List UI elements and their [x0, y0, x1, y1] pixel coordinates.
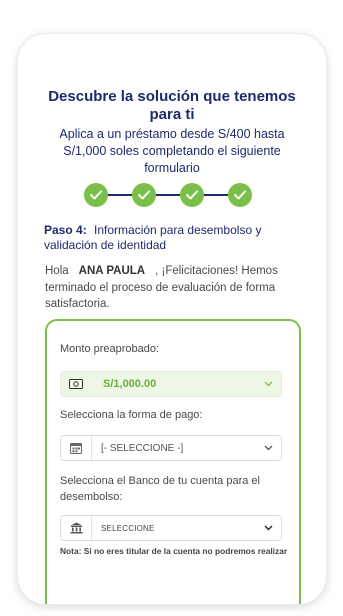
progress-stepper [84, 183, 264, 207]
step-heading: Paso 4: Información para desembolso y va… [44, 223, 310, 253]
account-holder-note: Nota: Si no eres titular de la cuenta no… [60, 546, 288, 556]
payment-icon-cell [61, 436, 92, 460]
disbursement-form-card: Monto preaprobado: S/1,000.00 Selecciona… [45, 319, 301, 604]
bank-select[interactable]: SELECCIONE [60, 515, 282, 541]
bank-icon-cell [61, 516, 92, 540]
step-4-complete [228, 183, 252, 207]
amount-value: S/1,000.00 [103, 378, 157, 390]
stepper-connector [156, 194, 180, 196]
greeting-hello: Hola [45, 265, 69, 277]
phone-frame: Descubre la solución que tenemos para ti… [18, 34, 326, 604]
bank-icon [70, 522, 82, 534]
step-number: Paso 4: [44, 223, 87, 237]
payment-method-value: [- SELECCIONE -] [101, 442, 184, 454]
money-icon [69, 379, 83, 389]
step-1-complete [84, 183, 108, 207]
chevron-down-icon [264, 525, 273, 531]
form-screen: Descubre la solución que tenemos para ti… [18, 34, 326, 604]
page-subtitle: Aplica a un préstamo desde S/400 hasta S… [59, 127, 285, 175]
calendar-icon [70, 443, 82, 454]
chevron-down-icon [264, 381, 273, 387]
bank-value: SELECCIONE [101, 523, 155, 533]
step-3-complete [180, 183, 204, 207]
step-2-complete [132, 183, 156, 207]
amount-select[interactable]: S/1,000.00 [60, 371, 282, 397]
check-icon [138, 190, 150, 200]
payment-method-select[interactable]: [- SELECCIONE -] [60, 435, 282, 461]
check-icon [90, 190, 102, 200]
check-icon [186, 190, 198, 200]
amount-icon-cell [61, 372, 91, 396]
payment-method-label: Selecciona la forma de pago: [60, 409, 203, 421]
chevron-down-icon [264, 445, 273, 451]
bank-label: Selecciona el Banco de tu cuenta para el… [60, 475, 260, 503]
stepper-connector [204, 194, 228, 196]
greeting-text: Hola ANA PAULA, ¡Felicitaciones! Hemos te… [45, 263, 303, 313]
stepper-connector [108, 194, 132, 196]
page-title: Descubre la solución que tenemos para ti [48, 88, 296, 123]
check-icon [234, 190, 246, 200]
amount-label: Monto preaprobado: [60, 343, 160, 355]
customer-name: ANA PAULA [78, 265, 146, 277]
